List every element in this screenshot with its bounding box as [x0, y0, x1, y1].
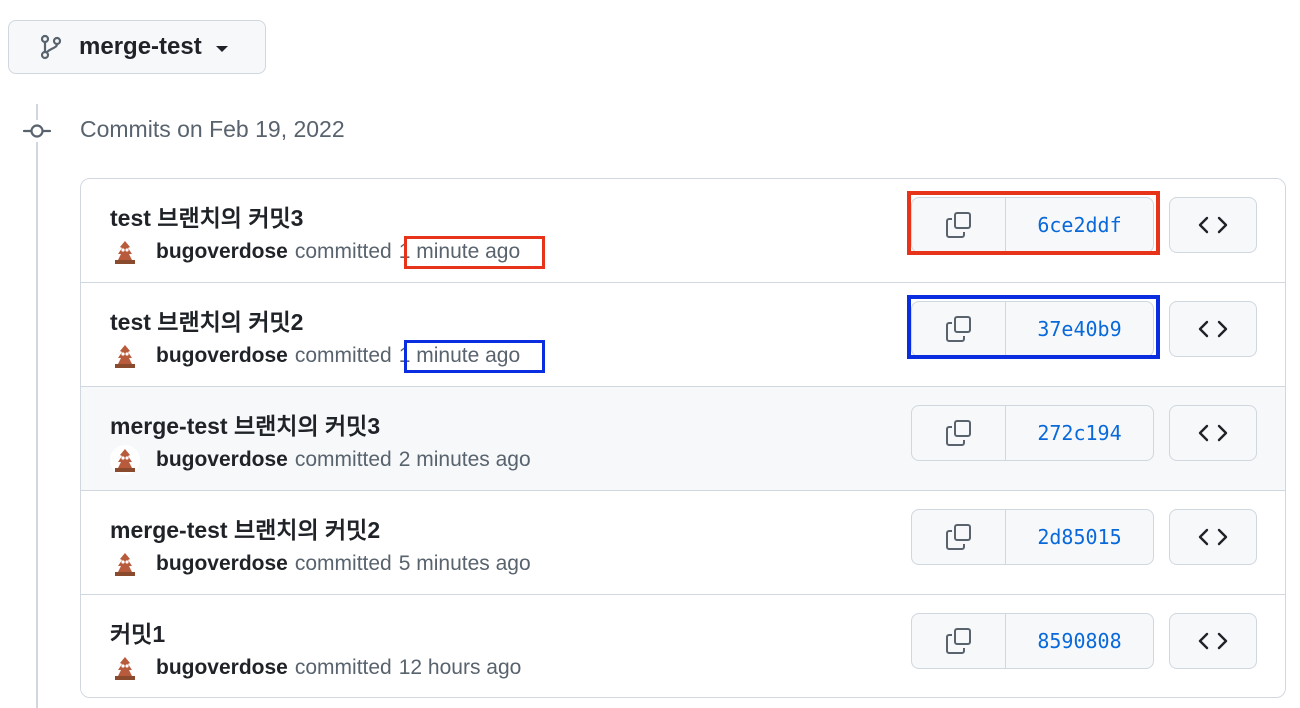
copy-icon [945, 420, 971, 446]
sha-button-group: 2d85015 [911, 509, 1154, 565]
commit-author-link[interactable]: bugoverdose [156, 344, 288, 368]
commit-verb: committed [294, 448, 392, 471]
time-annotation-box-blue [404, 340, 545, 373]
browse-repo-button[interactable] [1169, 197, 1257, 253]
copy-sha-button[interactable] [912, 198, 1006, 252]
commit-title-link[interactable]: merge-test 브랜치의 커밋3 [110, 407, 380, 441]
copy-sha-button[interactable] [912, 302, 1006, 356]
sha-button-group: 6ce2ddf [911, 197, 1154, 253]
commit-author-link[interactable]: bugoverdose [156, 240, 288, 264]
copy-icon [945, 628, 971, 654]
commit-time: 2 minutes ago [398, 448, 531, 471]
sha-button-group: 8590808 [911, 613, 1154, 669]
copy-sha-button[interactable] [912, 406, 1006, 460]
avatar[interactable] [110, 237, 140, 267]
browse-repo-button[interactable] [1169, 301, 1257, 357]
sha-button-group: 272c194 [911, 405, 1154, 461]
commit-row: test 브랜치의 커밋3 bugoverdose committed 1 mi… [81, 179, 1285, 283]
commit-title-link[interactable]: test 브랜치의 커밋2 [110, 303, 303, 337]
commit-title-link[interactable]: test 브랜치의 커밋3 [110, 199, 303, 233]
browse-repo-button[interactable] [1169, 405, 1257, 461]
commit-list: test 브랜치의 커밋3 bugoverdose committed 1 mi… [80, 178, 1286, 698]
commit-meta: bugoverdose committed 12 hours ago [110, 653, 521, 683]
commit-time: 12 hours ago [398, 656, 522, 679]
commits-date-heading: Commits on Feb 19, 2022 [80, 116, 345, 142]
commit-author-link[interactable]: bugoverdose [156, 552, 288, 576]
git-commit-icon [22, 120, 54, 142]
copy-sha-button[interactable] [912, 510, 1006, 564]
commit-sha-link[interactable]: 8590808 [1006, 614, 1153, 668]
code-icon [1198, 424, 1228, 442]
commits-page: merge-test Commits on Feb 19, 2022 test … [0, 0, 1300, 708]
commit-sha-link[interactable]: 2d85015 [1006, 510, 1153, 564]
avatar[interactable] [110, 653, 140, 683]
code-icon [1198, 632, 1228, 650]
browse-repo-button[interactable] [1169, 613, 1257, 669]
code-icon [1198, 528, 1228, 546]
commit-title-link[interactable]: merge-test 브랜치의 커밋2 [110, 511, 380, 545]
git-branch-icon [39, 34, 65, 60]
commit-verb: committed [294, 656, 392, 679]
timeline-line [36, 104, 38, 708]
commit-row: test 브랜치의 커밋2 bugoverdose committed 1 mi… [81, 283, 1285, 387]
commit-time: 5 minutes ago [398, 552, 531, 575]
copy-icon [945, 524, 971, 550]
code-icon [1198, 216, 1228, 234]
browse-repo-button[interactable] [1169, 509, 1257, 565]
commit-row: 커밋1 bugoverdose committed 12 hours ago 8… [81, 595, 1285, 697]
commit-verb: committed [294, 240, 392, 263]
code-icon [1198, 320, 1228, 338]
avatar[interactable] [110, 445, 140, 475]
chevron-down-icon [215, 45, 228, 52]
commit-author-link[interactable]: bugoverdose [156, 656, 288, 680]
commit-title-link[interactable]: 커밋1 [110, 615, 165, 649]
sha-button-group: 37e40b9 [911, 301, 1154, 357]
branch-selector-button[interactable]: merge-test [8, 20, 266, 74]
commit-sha-link[interactable]: 37e40b9 [1006, 302, 1153, 356]
commit-sha-link[interactable]: 6ce2ddf [1006, 198, 1153, 252]
time-annotation-box-red [404, 236, 545, 269]
branch-name: merge-test [79, 33, 202, 60]
copy-icon [945, 316, 971, 342]
commit-meta: bugoverdose committed 5 minutes ago [110, 549, 531, 579]
commit-sha-link[interactable]: 272c194 [1006, 406, 1153, 460]
commit-row: merge-test 브랜치의 커밋2 bugoverdose committe… [81, 491, 1285, 595]
avatar[interactable] [110, 341, 140, 371]
commit-verb: committed [294, 344, 392, 367]
commit-author-link[interactable]: bugoverdose [156, 448, 288, 472]
copy-sha-button[interactable] [912, 614, 1006, 668]
commit-meta: bugoverdose committed 2 minutes ago [110, 445, 531, 475]
commit-row: merge-test 브랜치의 커밋3 bugoverdose committe… [81, 387, 1285, 491]
avatar[interactable] [110, 549, 140, 579]
commit-verb: committed [294, 552, 392, 575]
copy-icon [945, 212, 971, 238]
